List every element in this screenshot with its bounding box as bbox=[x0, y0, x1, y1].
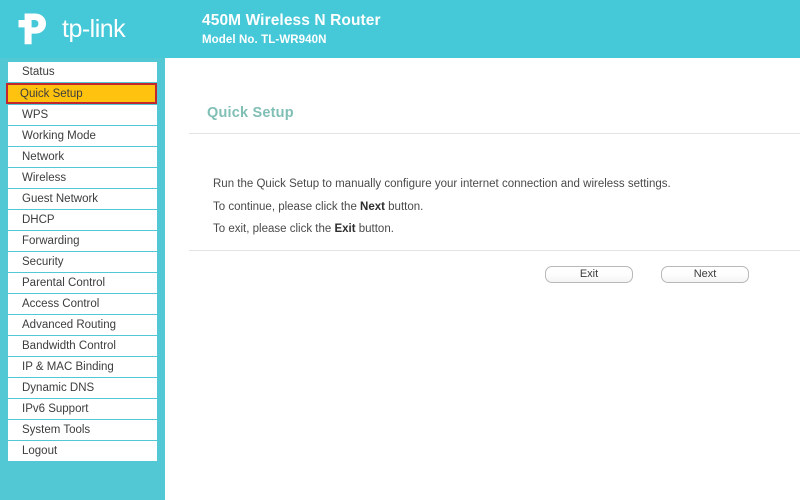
instruction-2-pre: To continue, please click the bbox=[213, 201, 361, 213]
sidebar-item-dhcp[interactable]: DHCP bbox=[8, 210, 157, 230]
sidebar-item-access-control[interactable]: Access Control bbox=[8, 294, 157, 314]
instruction-line-2: To continue, please click the Next butto… bbox=[213, 200, 423, 214]
instruction-line-1: Run the Quick Setup to manually configur… bbox=[213, 178, 671, 190]
sidebar-menu: Status Quick Setup WPS Working Mode Netw… bbox=[0, 62, 165, 461]
action-button-row: Exit Next bbox=[165, 266, 800, 286]
sidebar-item-parental-control[interactable]: Parental Control bbox=[8, 273, 157, 293]
sidebar-item-network[interactable]: Network bbox=[8, 147, 157, 167]
sidebar-item-ipv6-support[interactable]: IPv6 Support bbox=[8, 399, 157, 419]
sidebar-item-ip-mac-binding[interactable]: IP & MAC Binding bbox=[8, 357, 157, 377]
sidebar-item-quick-setup[interactable]: Quick Setup bbox=[6, 83, 157, 104]
sidebar-item-advanced-routing[interactable]: Advanced Routing bbox=[8, 315, 157, 335]
instruction-2-next-keyword: Next bbox=[360, 201, 385, 213]
page-title: Quick Setup bbox=[207, 105, 294, 121]
tplink-logo-icon bbox=[16, 11, 56, 47]
sidebar-item-dynamic-dns[interactable]: Dynamic DNS bbox=[8, 378, 157, 398]
instruction-line-3: To exit, please click the Exit button. bbox=[213, 222, 394, 236]
sidebar-item-wireless[interactable]: Wireless bbox=[8, 168, 157, 188]
app-header: tp-link 450M Wireless N Router Model No.… bbox=[0, 0, 800, 58]
product-title: 450M Wireless N Router bbox=[202, 12, 381, 29]
sidebar-item-forwarding[interactable]: Forwarding bbox=[8, 231, 157, 251]
sidebar-item-security[interactable]: Security bbox=[8, 252, 157, 272]
sidebar-item-status[interactable]: Status bbox=[8, 62, 157, 82]
brand-logo: tp-link bbox=[16, 11, 126, 47]
sidebar-item-wps[interactable]: WPS bbox=[8, 105, 157, 125]
actions-divider bbox=[189, 250, 800, 251]
model-number: Model No. TL-WR940N bbox=[202, 34, 327, 46]
instruction-3-exit-keyword: Exit bbox=[334, 223, 356, 235]
brand-name: tp-link bbox=[62, 14, 126, 43]
sidebar-nav: Status Quick Setup WPS Working Mode Netw… bbox=[0, 58, 165, 500]
sidebar-item-guest-network[interactable]: Guest Network bbox=[8, 189, 157, 209]
instruction-3-post: button. bbox=[355, 223, 394, 235]
sidebar-item-working-mode[interactable]: Working Mode bbox=[8, 126, 157, 146]
sidebar-item-bandwidth-control[interactable]: Bandwidth Control bbox=[8, 336, 157, 356]
title-divider bbox=[189, 133, 800, 134]
main-content: Quick Setup Run the Quick Setup to manua… bbox=[165, 58, 800, 500]
next-button[interactable]: Next bbox=[661, 266, 749, 283]
exit-button[interactable]: Exit bbox=[545, 266, 633, 283]
sidebar-item-logout[interactable]: Logout bbox=[8, 441, 157, 461]
instruction-3-pre: To exit, please click the bbox=[213, 223, 335, 235]
header-title-group: 450M Wireless N Router Model No. TL-WR94… bbox=[202, 11, 381, 48]
sidebar-item-system-tools[interactable]: System Tools bbox=[8, 420, 157, 440]
instruction-2-post: button. bbox=[384, 201, 424, 213]
